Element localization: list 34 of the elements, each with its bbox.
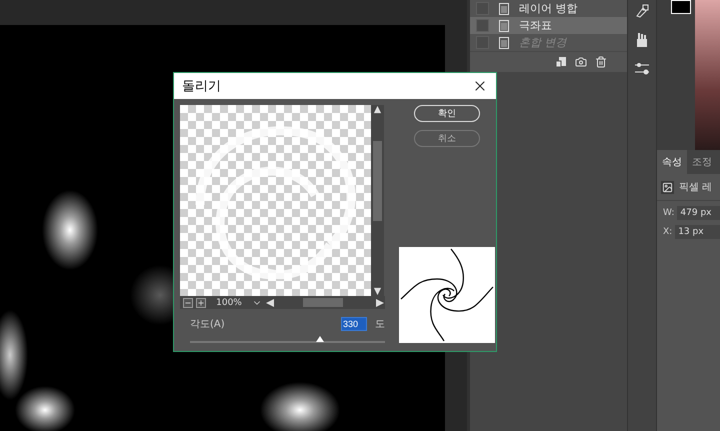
vertical-scrollbar[interactable] <box>371 105 384 296</box>
dialog-button[interactable]: 확인 <box>414 105 480 122</box>
field-label: W: <box>663 208 674 218</box>
brush-tool-icon[interactable] <box>635 4 649 18</box>
image-icon <box>661 180 674 194</box>
dialog-title: 돌리기 <box>182 78 221 95</box>
document-icon <box>499 20 509 32</box>
value-field[interactable]: 13 px <box>675 225 720 239</box>
trash-icon[interactable] <box>595 56 607 68</box>
sliders-icon[interactable] <box>634 62 650 76</box>
zoom-out-button[interactable] <box>183 298 193 308</box>
new-document-icon[interactable] <box>555 56 567 68</box>
document-icon <box>499 36 509 48</box>
document-icon <box>499 2 509 14</box>
history-item[interactable]: 극좌표 <box>470 17 627 34</box>
field-label: X: <box>663 227 672 237</box>
slider-thumb[interactable] <box>316 336 324 342</box>
plus-icon <box>197 298 205 306</box>
brushes-icon[interactable] <box>635 32 649 48</box>
zoom-in-button[interactable] <box>196 298 206 308</box>
color-swatch[interactable] <box>671 0 691 14</box>
unit-label: 도 <box>375 318 385 331</box>
zoom-level: 100% <box>215 298 243 308</box>
camera-icon[interactable] <box>575 56 587 68</box>
dialog-button[interactable]: 취소 <box>414 130 480 147</box>
panel-tab[interactable]: 속성 <box>657 150 687 174</box>
angle-input[interactable]: 330 <box>341 317 367 331</box>
angle-label: 각도(A) <box>190 318 226 331</box>
color-field[interactable] <box>695 0 720 150</box>
value-field[interactable]: 479 px <box>677 206 720 220</box>
layer-type-label: 픽셀 레 <box>679 181 712 194</box>
checkbox[interactable] <box>476 19 489 32</box>
scroll-up-icon[interactable] <box>373 105 382 114</box>
horizontal-scrollbar[interactable] <box>265 298 385 308</box>
